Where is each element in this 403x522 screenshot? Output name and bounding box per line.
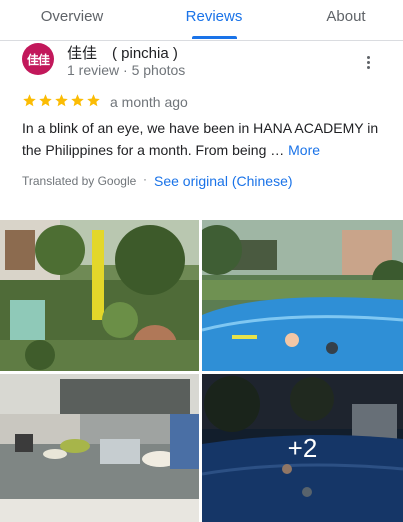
review-photo-pool-night[interactable]: +2 xyxy=(202,374,403,522)
more-photos-count: +2 xyxy=(202,374,403,522)
tab-reviews[interactable]: Reviews xyxy=(164,0,264,38)
star-icon xyxy=(23,94,36,107)
star-icon xyxy=(39,94,52,107)
review-photo-pool-day[interactable] xyxy=(202,220,403,371)
separator-dot: · xyxy=(143,172,147,186)
review-photo-kitchen[interactable] xyxy=(0,374,199,522)
star-icon xyxy=(71,94,84,107)
see-original-link[interactable]: See original (Chinese) xyxy=(154,173,293,189)
reviewer-meta: 1 review · 5 photos xyxy=(67,62,186,78)
avatar[interactable]: 佳佳 xyxy=(22,43,54,75)
star-rating xyxy=(22,93,101,109)
tab-about[interactable]: About xyxy=(296,0,396,38)
review-text: In a blink of an eye, we have been in HA… xyxy=(22,117,382,161)
review-photo-garden[interactable] xyxy=(0,220,199,371)
tab-bar: Overview Reviews About xyxy=(0,0,403,41)
tab-overview[interactable]: Overview xyxy=(22,0,122,38)
review-body: In a blink of an eye, we have been in HA… xyxy=(22,120,379,158)
more-options-icon[interactable] xyxy=(356,52,380,72)
translated-label: Translated by Google xyxy=(22,174,137,188)
star-icon xyxy=(87,94,100,107)
more-link[interactable]: More xyxy=(288,142,320,158)
reviewer-name[interactable]: 佳佳 ( pinchia ) xyxy=(67,42,178,63)
active-tab-indicator xyxy=(192,36,237,39)
star-icon xyxy=(55,94,68,107)
review-date: a month ago xyxy=(110,94,188,110)
